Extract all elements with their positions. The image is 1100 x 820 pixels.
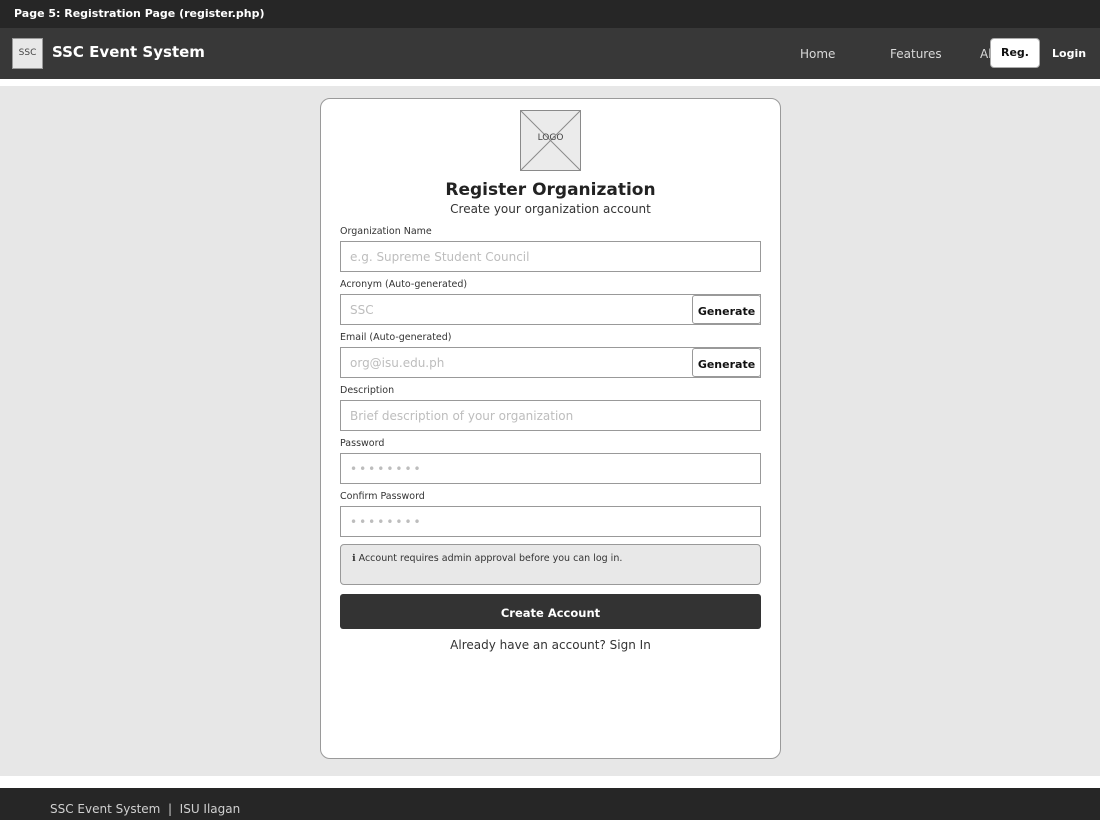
top-navbar: SSC SSC Event System Home Features About… bbox=[0, 28, 1100, 79]
logo-placeholder: LOGO bbox=[520, 110, 581, 171]
email-label: Email (Auto-generated) bbox=[340, 332, 452, 343]
nav-link-home[interactable]: Home bbox=[800, 47, 835, 61]
acronym-label: Acronym (Auto-generated) bbox=[340, 279, 468, 290]
register-nav-button[interactable]: Reg. bbox=[990, 38, 1040, 68]
brand-logo[interactable]: SSC bbox=[12, 38, 43, 69]
org-name-label: Organization Name bbox=[340, 226, 432, 237]
confirm-password-label: Confirm Password bbox=[340, 491, 425, 502]
password-input[interactable] bbox=[340, 453, 761, 484]
description-label: Description bbox=[340, 385, 395, 396]
register-card: LOGO Register Organization Create your o… bbox=[320, 98, 781, 759]
create-account-button[interactable]: Create Account bbox=[340, 594, 761, 629]
logo-placeholder-label: LOGO bbox=[537, 133, 564, 143]
page-subtitle: Create your organization account bbox=[450, 202, 651, 216]
generate-email-button[interactable]: Generate bbox=[692, 348, 761, 377]
password-label: Password bbox=[340, 438, 385, 449]
nav-link-features[interactable]: Features bbox=[890, 47, 942, 61]
page-caption: Page 5: Registration Page (register.php) bbox=[0, 0, 1100, 28]
approval-notice: ℹ Account requires admin approval before… bbox=[340, 544, 761, 585]
footer-text: SSC Event System | ISU Ilagan bbox=[50, 802, 241, 816]
description-input[interactable] bbox=[340, 400, 761, 431]
sign-in-link[interactable]: Already have an account? Sign In bbox=[321, 638, 780, 652]
generate-acronym-button[interactable]: Generate bbox=[692, 295, 761, 324]
page-title: Register Organization bbox=[445, 180, 656, 200]
org-name-input[interactable] bbox=[340, 241, 761, 272]
login-nav-button[interactable]: Login bbox=[1052, 47, 1086, 60]
confirm-password-input[interactable] bbox=[340, 506, 761, 537]
brand-name[interactable]: SSC Event System bbox=[52, 43, 205, 61]
footer: SSC Event System | ISU Ilagan bbox=[0, 788, 1100, 820]
